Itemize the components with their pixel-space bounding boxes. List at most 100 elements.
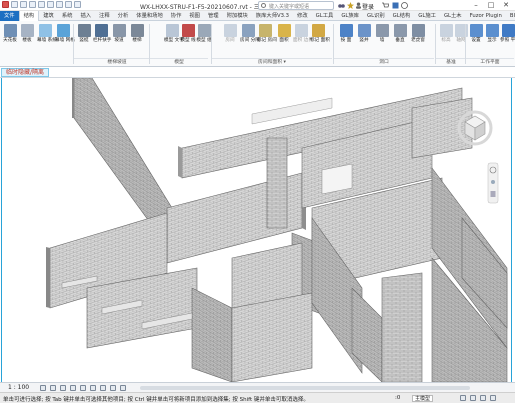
exchange-icon[interactable] bbox=[392, 2, 399, 9]
tab-7[interactable]: 体量和场地 bbox=[132, 11, 167, 21]
minimize-button[interactable]: – bbox=[470, 1, 482, 10]
dormer-icon bbox=[411, 24, 425, 37]
room-button[interactable]: 房间 bbox=[222, 24, 238, 43]
select-links-icon[interactable] bbox=[470, 395, 476, 401]
hide-isolate-icon[interactable] bbox=[110, 385, 116, 391]
ribbon-button-label: 竖井 bbox=[359, 38, 369, 43]
set-workplane-button[interactable]: 设置 bbox=[468, 24, 484, 43]
model-group-button[interactable]: 模型 组 bbox=[196, 24, 212, 43]
open-icon[interactable] bbox=[11, 1, 18, 8]
tag-area-button[interactable]: 标记 面积 bbox=[310, 24, 330, 43]
wall-opening-button[interactable]: 墙 bbox=[374, 24, 390, 43]
tab-20[interactable]: Fuzor Plugin bbox=[466, 11, 506, 21]
model-text-icon bbox=[165, 24, 179, 37]
text-icon[interactable] bbox=[65, 1, 72, 8]
filter-icon[interactable] bbox=[460, 395, 466, 401]
revit-app-icon[interactable] bbox=[2, 1, 9, 8]
tab-15[interactable]: GL族库 bbox=[337, 11, 363, 21]
tab-21[interactable]: BIMMAKE bbox=[506, 11, 515, 21]
stair-button[interactable]: 楼梯 bbox=[129, 24, 145, 43]
ribbon-button-label: 标记 房间 bbox=[257, 38, 277, 43]
active-workset-field[interactable]: 主模型 bbox=[412, 395, 434, 402]
model-line-button[interactable]: 模型 线 bbox=[180, 24, 196, 43]
tab-9[interactable]: 视图 bbox=[185, 11, 204, 21]
maximize-button[interactable]: □ bbox=[485, 1, 497, 10]
ribbon-button-label: 幕墙 系统 bbox=[37, 38, 57, 43]
tag-room-button[interactable]: 标记 房间 bbox=[257, 24, 277, 43]
search-input[interactable]: 键入关键字或短语 bbox=[258, 1, 334, 10]
floor-button[interactable]: 楼板 bbox=[19, 24, 35, 43]
crop-view-icon[interactable] bbox=[80, 385, 86, 391]
3d-view-canvas[interactable] bbox=[1, 78, 512, 382]
drag-elements-icon[interactable] bbox=[490, 395, 496, 401]
reveal-hidden-icon[interactable] bbox=[120, 385, 126, 391]
sign-in-button[interactable]: 登录 bbox=[362, 2, 374, 11]
undo-icon[interactable] bbox=[29, 1, 36, 8]
select-pinned-icon[interactable] bbox=[480, 395, 486, 401]
area-boundary-button[interactable]: 面积 边界 bbox=[293, 24, 313, 43]
detail-level-icon[interactable] bbox=[40, 385, 46, 391]
grid-button[interactable]: 轴网 bbox=[453, 24, 469, 43]
show-crop-icon[interactable] bbox=[90, 385, 96, 391]
help-icon[interactable] bbox=[401, 2, 408, 9]
tab-2[interactable]: 建筑 bbox=[39, 11, 58, 21]
area-button[interactable]: 面积 bbox=[276, 24, 292, 43]
ribbon-button-label: 模型 线 bbox=[180, 38, 196, 43]
level-button[interactable]: 标高 bbox=[438, 24, 454, 43]
show-workplane-button[interactable]: 显示 bbox=[484, 24, 500, 43]
by-face-button[interactable]: 按 面 bbox=[338, 24, 354, 43]
ceiling-button[interactable]: 天花板 bbox=[2, 24, 18, 43]
mullion-button[interactable]: 竖梃 bbox=[76, 24, 92, 43]
tab-16[interactable]: GL识别 bbox=[363, 11, 389, 21]
lock-view-icon[interactable] bbox=[100, 385, 106, 391]
dormer-button[interactable]: 老虎窗 bbox=[410, 24, 426, 43]
shadows-icon[interactable] bbox=[70, 385, 76, 391]
railing-button[interactable]: 栏杆扶手 bbox=[93, 24, 111, 43]
star-icon[interactable] bbox=[347, 2, 354, 9]
tab-17[interactable]: GL结构 bbox=[389, 11, 415, 21]
ribbon-button-label: 竖梃 bbox=[79, 38, 89, 43]
tab-14[interactable]: GL工具 bbox=[312, 11, 338, 21]
horizontal-scrollbar[interactable] bbox=[140, 386, 470, 390]
curtain-grid-button[interactable]: 幕墙 网格 bbox=[55, 24, 75, 43]
tab-1[interactable]: 结构 bbox=[18, 11, 40, 21]
tab-0[interactable]: 文件 bbox=[0, 11, 19, 21]
wall-opening-icon bbox=[375, 24, 389, 37]
cart-icon[interactable] bbox=[382, 2, 389, 9]
stair-icon bbox=[130, 24, 144, 37]
ribbon-button-label: 按 面 bbox=[340, 38, 352, 43]
tab-12[interactable]: 族库大师V3.3 bbox=[252, 11, 293, 21]
3d-view-icon[interactable] bbox=[74, 1, 81, 8]
binoculars-icon[interactable] bbox=[338, 2, 345, 9]
close-button[interactable]: ✕ bbox=[500, 1, 512, 10]
model-text-button[interactable]: 模型 文字 bbox=[164, 24, 184, 43]
user-icon[interactable] bbox=[355, 2, 362, 9]
tab-19[interactable]: GL土木 bbox=[440, 11, 466, 21]
redo-icon[interactable] bbox=[38, 1, 45, 8]
view-tab-bar: 临时隐藏/隔离 bbox=[0, 67, 515, 78]
tab-13[interactable]: 修改 bbox=[293, 11, 312, 21]
save-icon[interactable] bbox=[20, 1, 27, 8]
print-icon[interactable] bbox=[47, 1, 54, 8]
visual-style-icon[interactable] bbox=[50, 385, 56, 391]
ref-plane-button[interactable]: 参照 平面 bbox=[500, 24, 515, 43]
tab-10[interactable]: 管理 bbox=[204, 11, 223, 21]
ribbon-button-label: 老虎窗 bbox=[411, 38, 425, 43]
view-scale[interactable]: 1 : 100 bbox=[8, 384, 29, 392]
curtain-system-button[interactable]: 幕墙 系统 bbox=[37, 24, 57, 43]
vertical-opening-button[interactable]: 垂直 bbox=[392, 24, 408, 43]
ribbon-button-label: 面积 边界 bbox=[293, 38, 313, 43]
tab-6[interactable]: 分析 bbox=[114, 11, 133, 21]
tab-5[interactable]: 注释 bbox=[95, 11, 114, 21]
tag-room-icon bbox=[258, 24, 272, 37]
tab-18[interactable]: GL施工 bbox=[414, 11, 440, 21]
tab-3[interactable]: 系统 bbox=[58, 11, 77, 21]
measure-icon[interactable] bbox=[56, 1, 63, 8]
tab-4[interactable]: 插入 bbox=[76, 11, 95, 21]
tab-8[interactable]: 协作 bbox=[167, 11, 186, 21]
ramp-button[interactable]: 坡道 bbox=[111, 24, 127, 43]
sun-path-icon[interactable] bbox=[60, 385, 66, 391]
room-separator-button[interactable]: 房间 分隔 bbox=[240, 24, 260, 43]
shaft-button[interactable]: 竖井 bbox=[356, 24, 372, 43]
tab-11[interactable]: 附加模块 bbox=[223, 11, 252, 21]
